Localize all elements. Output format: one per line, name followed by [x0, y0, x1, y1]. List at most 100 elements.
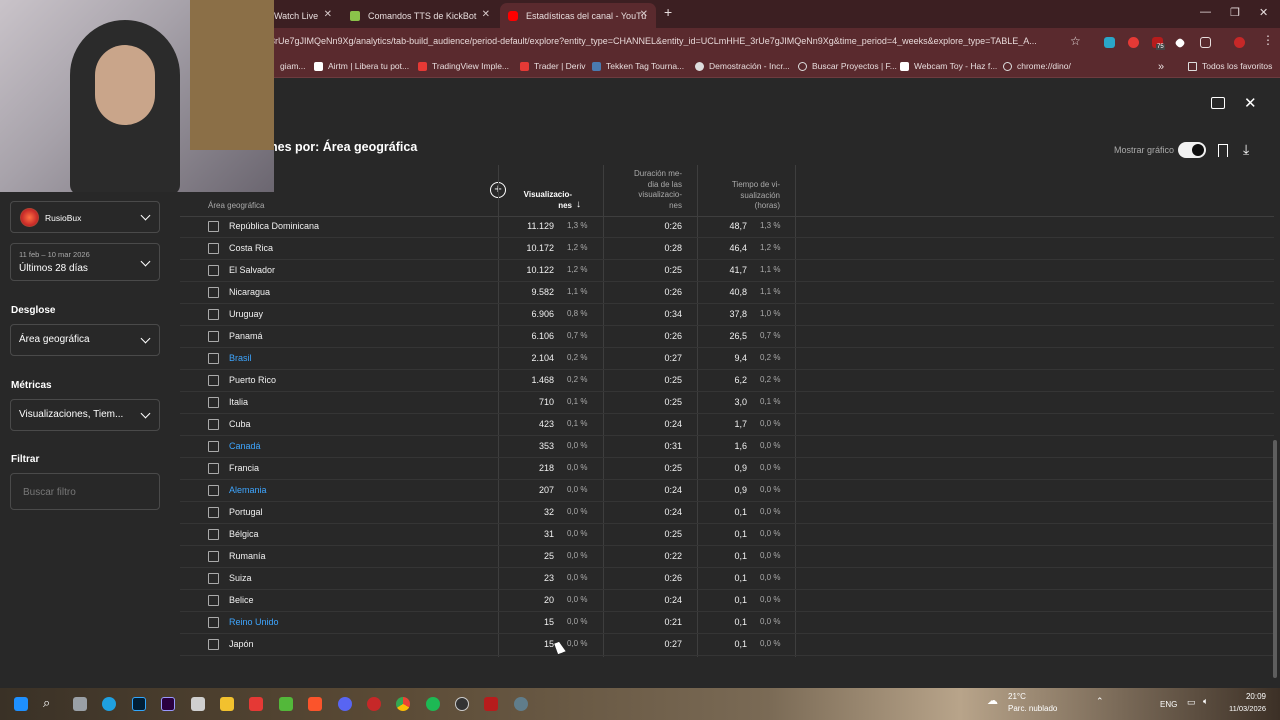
row-checkbox[interactable]: [208, 529, 219, 540]
row-checkbox[interactable]: [208, 441, 219, 452]
brave-icon[interactable]: [308, 697, 322, 711]
table-row[interactable]: Brasil 2.104 0,2 % 0:27 9,4 0,2 %: [180, 348, 1274, 370]
all-bookmarks[interactable]: Todos los favoritos: [1188, 61, 1272, 71]
row-checkbox[interactable]: [208, 287, 219, 298]
edge-icon[interactable]: [102, 697, 116, 711]
row-checkbox[interactable]: [208, 353, 219, 364]
row-checkbox[interactable]: [208, 265, 219, 276]
row-checkbox[interactable]: [208, 221, 219, 232]
table-row[interactable]: Puerto Rico 1.468 0,2 % 0:25 6,2 0,2 %: [180, 370, 1274, 392]
close-icon[interactable]: ✕: [324, 9, 332, 20]
tray-chevron-up-icon[interactable]: ⌃: [1096, 696, 1104, 707]
weather-temp[interactable]: 21°C: [1008, 692, 1026, 701]
minecraft-icon[interactable]: [279, 697, 293, 711]
extensions-puzzle-icon[interactable]: [1200, 37, 1211, 48]
close-icon[interactable]: ✕: [482, 9, 490, 20]
bookmark-item[interactable]: giam...: [280, 61, 306, 71]
deriv-app-icon[interactable]: [249, 697, 263, 711]
country-name[interactable]: Reino Unido: [229, 617, 279, 627]
app-icon[interactable]: [367, 697, 381, 711]
row-checkbox[interactable]: [208, 397, 219, 408]
table-row[interactable]: República Dominicana 11.129 1,3 % 0:26 48,7 1…: [180, 216, 1274, 238]
row-checkbox[interactable]: [208, 243, 219, 254]
tab-watch-live[interactable]: Watch Live ✕: [266, 3, 340, 28]
feedback-icon[interactable]: [1211, 97, 1225, 109]
table-row[interactable]: Italia 710 0,1 % 0:25 3,0 0,1 %: [180, 392, 1274, 414]
table-row[interactable]: Portugal 32 0,0 % 0:24 0,1 0,0 %: [180, 502, 1274, 524]
tab-youtube-analytics[interactable]: Estadísticas del canal - YouTube ✕: [500, 3, 656, 28]
file-explorer-icon[interactable]: [220, 697, 234, 711]
bookmark-item[interactable]: Webcam Toy - Haz f...: [900, 61, 997, 71]
bookmark-item[interactable]: Airtm | Libera tu pot...: [314, 61, 409, 71]
windows-start-icon[interactable]: [14, 697, 28, 711]
bookmark-item[interactable]: Buscar Proyectos | F...: [798, 61, 897, 71]
window-close-icon[interactable]: ✕: [1259, 6, 1268, 19]
row-checkbox[interactable]: [208, 507, 219, 518]
channel-selector[interactable]: RusioBux: [10, 201, 160, 233]
extension-icon[interactable]: [1104, 37, 1115, 48]
table-row[interactable]: Reino Unido 15 0,0 % 0:21 0,1 0,0 %: [180, 612, 1274, 634]
chrome-icon[interactable]: [396, 697, 410, 711]
clock-time[interactable]: 20:09: [1226, 692, 1266, 701]
new-tab-plus-icon[interactable]: +: [664, 4, 672, 20]
tab-kickbot[interactable]: Comandos TTS de KickBot ✕: [342, 3, 498, 28]
search-icon[interactable]: ⌕: [43, 695, 50, 711]
bookmark-star-icon[interactable]: ☆: [1070, 34, 1081, 48]
row-checkbox[interactable]: [208, 419, 219, 430]
header-watch-time[interactable]: Tiempo de vi- sualización (horas): [712, 180, 780, 212]
table-row[interactable]: Cuba 423 0,1 % 0:24 1,7 0,0 %: [180, 414, 1274, 436]
country-name[interactable]: Brasil: [229, 353, 252, 363]
settings-gear-icon[interactable]: [514, 697, 528, 711]
sort-desc-arrow-icon[interactable]: ↓: [576, 199, 581, 210]
show-chart-toggle[interactable]: [1178, 142, 1206, 158]
table-row[interactable]: Bélgica 31 0,0 % 0:25 0,1 0,0 %: [180, 524, 1274, 546]
header-geo[interactable]: Área geográfica: [208, 201, 264, 212]
table-row[interactable]: Suiza 23 0,0 % 0:26 0,1 0,0 %: [180, 568, 1274, 590]
row-checkbox[interactable]: [208, 617, 219, 628]
bookmark-report-icon[interactable]: [1218, 144, 1228, 157]
download-icon[interactable]: ⤓: [1243, 141, 1249, 158]
bookmark-item[interactable]: Tekken Tag Tourna...: [592, 61, 684, 71]
volume-icon[interactable]: 🔈︎: [1203, 696, 1208, 707]
row-checkbox[interactable]: [208, 331, 219, 342]
store-icon[interactable]: [191, 697, 205, 711]
obs-icon[interactable]: [455, 697, 469, 711]
table-row[interactable]: Alemania 207 0,0 % 0:24 0,9 0,0 %: [180, 480, 1274, 502]
row-checkbox[interactable]: [208, 639, 219, 650]
row-checkbox[interactable]: [208, 485, 219, 496]
table-row[interactable]: Japón 15 0,0 % 0:27 0,1 0,0 %: [180, 634, 1274, 656]
table-row[interactable]: Nicaragua 9.582 1,1 % 0:26 40,8 1,1 %: [180, 282, 1274, 304]
photoshop-icon[interactable]: [132, 697, 146, 711]
menu-kebab-icon[interactable]: ⋮: [1262, 33, 1274, 47]
minimize-icon[interactable]: —: [1200, 6, 1211, 18]
date-range-selector[interactable]: 11 feb – 10 mar 2026 Últimos 28 días: [10, 243, 160, 281]
discord-icon[interactable]: [338, 697, 352, 711]
url-field[interactable]: 3rUe7gJIMQeNn9Xg/analytics/tab-build_aud…: [270, 36, 1060, 46]
row-checkbox[interactable]: [208, 551, 219, 562]
voicemod-icon[interactable]: [484, 697, 498, 711]
bookmark-item[interactable]: chrome://dino/: [1003, 61, 1071, 71]
restore-icon[interactable]: ❐: [1230, 6, 1240, 19]
more-bookmarks-chevron-icon[interactable]: »: [1158, 61, 1164, 73]
task-view-icon[interactable]: [73, 697, 87, 711]
language-indicator[interactable]: ENG: [1160, 700, 1177, 709]
close-dialog-icon[interactable]: ✕: [1244, 94, 1257, 112]
row-checkbox[interactable]: [208, 375, 219, 386]
header-avg-duration[interactable]: Duración me- dia de las visualizacio- ne…: [612, 169, 682, 211]
table-row[interactable]: Francia 218 0,0 % 0:25 0,9 0,0 %: [180, 458, 1274, 480]
country-name[interactable]: Canadá: [229, 441, 261, 451]
table-row[interactable]: Canadá 353 0,0 % 0:31 1,6 0,0 %: [180, 436, 1274, 458]
bookmark-item[interactable]: TradingView Imple...: [418, 61, 509, 71]
table-row[interactable]: Costa Rica 10.172 1,2 % 0:28 46,4 1,2 %: [180, 238, 1274, 260]
row-checkbox[interactable]: [208, 463, 219, 474]
row-checkbox[interactable]: [208, 595, 219, 606]
header-views[interactable]: Visualizacio- nes: [510, 190, 572, 211]
spotify-icon[interactable]: [426, 697, 440, 711]
table-row[interactable]: Rumanía 25 0,0 % 0:22 0,1 0,0 %: [180, 546, 1274, 568]
table-row[interactable]: Panamá 6.106 0,7 % 0:26 26,5 0,7 %: [180, 326, 1274, 348]
country-name[interactable]: Alemania: [229, 485, 267, 495]
metrics-selector[interactable]: Visualizaciones, Tiem...: [10, 399, 160, 431]
network-icon[interactable]: ▭: [1187, 697, 1196, 708]
scrollbar-thumb[interactable]: [1273, 440, 1277, 678]
row-checkbox[interactable]: [208, 573, 219, 584]
